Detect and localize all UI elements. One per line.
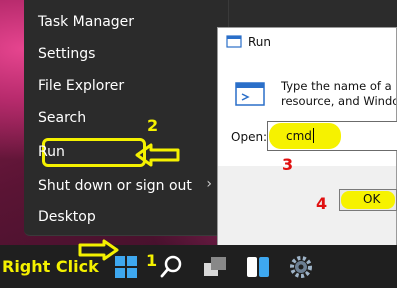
menu-item-desktop[interactable]: Desktop xyxy=(38,205,218,229)
submenu-arrow-icon: › xyxy=(206,176,212,192)
ok-button-label[interactable]: OK xyxy=(363,192,380,206)
run-dialog-titlebar[interactable]: Run xyxy=(218,28,396,56)
settings-gear-icon[interactable] xyxy=(287,253,315,281)
menu-item-settings[interactable]: Settings xyxy=(38,42,218,66)
start-context-menu: Task Manager Settings File Explorer Sear… xyxy=(24,0,229,236)
run-dialog-title: Run xyxy=(248,35,272,49)
open-label: Open: xyxy=(231,130,268,144)
taskbar: Right Click 1 xyxy=(0,245,397,288)
text-caret xyxy=(313,128,314,143)
run-description: Type the name of a p resource, and Windo… xyxy=(281,79,396,108)
step-1-label: 1 xyxy=(146,251,158,270)
arrow-right-icon xyxy=(78,239,119,261)
run-app-icon xyxy=(226,35,242,48)
step-4-label: 4 xyxy=(316,194,328,213)
search-icon[interactable] xyxy=(158,253,186,281)
widgets-icon[interactable] xyxy=(244,253,272,281)
step-2-label: 2 xyxy=(147,116,159,135)
step-3-label: 3 xyxy=(282,155,294,174)
run-dialog: Run Type the name of a p resource, and W… xyxy=(217,27,397,246)
menu-item-run[interactable]: Run xyxy=(38,140,218,164)
menu-item-shut-down[interactable]: Shut down or sign out xyxy=(38,174,218,198)
open-input-value[interactable]: cmd xyxy=(286,129,312,143)
menu-item-file-explorer[interactable]: File Explorer xyxy=(38,74,218,98)
menu-item-task-manager[interactable]: Task Manager xyxy=(38,10,218,34)
menu-item-search[interactable]: Search xyxy=(38,106,218,130)
arrow-left-icon xyxy=(135,143,180,167)
run-large-icon xyxy=(235,82,265,106)
task-view-icon[interactable] xyxy=(201,253,229,281)
